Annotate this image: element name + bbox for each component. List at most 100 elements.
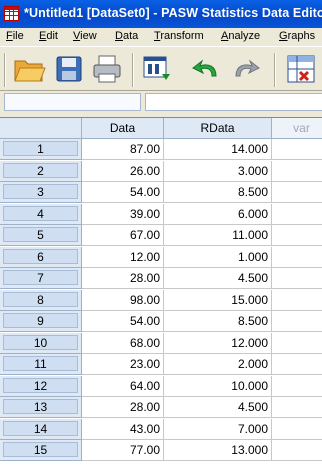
var-cell[interactable] (272, 311, 322, 332)
row-number-header[interactable]: 13 (0, 397, 82, 418)
data-cell[interactable]: 64.00 (82, 375, 164, 397)
var-cell[interactable] (272, 440, 322, 461)
rdata-cell[interactable]: 10.000 (164, 375, 272, 397)
row-number: 13 (3, 399, 78, 414)
cell-reference-field[interactable] (4, 93, 141, 111)
row-number-header[interactable]: 12 (0, 375, 82, 397)
row-number-header[interactable]: 6 (0, 246, 82, 268)
rdata-cell[interactable]: 7.000 (164, 418, 272, 440)
rdata-cell[interactable]: 2.000 (164, 354, 272, 375)
row-number-header[interactable]: 15 (0, 440, 82, 461)
data-cell[interactable]: 54.00 (82, 311, 164, 332)
var-cell[interactable] (272, 354, 322, 375)
table-row: 2 26.00 3.000 (0, 160, 322, 182)
recall-dialog-icon[interactable] (140, 52, 174, 86)
row-number-header[interactable]: 5 (0, 225, 82, 246)
spss-grid-icon[interactable] (4, 6, 19, 21)
table-row: 6 12.00 1.000 (0, 246, 322, 268)
data-cell[interactable]: 39.00 (82, 203, 164, 225)
row-number: 12 (3, 377, 78, 393)
row-number-header[interactable]: 14 (0, 418, 82, 440)
data-cell[interactable]: 12.00 (82, 246, 164, 268)
row-number-header[interactable]: 3 (0, 182, 82, 203)
data-cell[interactable]: 26.00 (82, 160, 164, 182)
row-number-header[interactable]: 8 (0, 289, 82, 311)
column-header-var[interactable]: var (272, 118, 322, 139)
menu-data[interactable]: Data (115, 30, 138, 42)
var-cell[interactable] (272, 268, 322, 289)
row-number-header[interactable]: 2 (0, 160, 82, 182)
menu-bar: File Edit View Data Transform Analyze Graphs (0, 28, 322, 46)
print-icon[interactable] (90, 52, 124, 86)
rdata-cell[interactable]: 1.000 (164, 246, 272, 268)
row-number-header[interactable]: 11 (0, 354, 82, 375)
save-disk-icon[interactable] (52, 52, 86, 86)
menu-file[interactable]: File (6, 30, 24, 42)
table-row: 4 39.00 6.000 (0, 203, 322, 225)
data-cell[interactable]: 54.00 (82, 182, 164, 203)
rdata-cell[interactable]: 3.000 (164, 160, 272, 182)
data-cell[interactable]: 28.00 (82, 397, 164, 418)
open-folder-icon[interactable] (12, 52, 46, 86)
menu-edit[interactable]: Edit (39, 30, 58, 42)
row-number-header[interactable]: 7 (0, 268, 82, 289)
data-cell[interactable]: 87.00 (82, 139, 164, 160)
var-cell[interactable] (272, 333, 322, 354)
var-cell[interactable] (272, 182, 322, 203)
rdata-cell[interactable]: 14.000 (164, 139, 272, 160)
var-cell[interactable] (272, 204, 322, 225)
var-cell[interactable] (272, 290, 322, 311)
row-number: 4 (3, 205, 78, 221)
column-header-data[interactable]: Data (82, 118, 164, 139)
rdata-cell[interactable]: 8.500 (164, 182, 272, 203)
rdata-cell[interactable]: 6.000 (164, 203, 272, 225)
table-row: 3 54.00 8.500 (0, 182, 322, 203)
title-bar[interactable]: *Untitled1 [DataSet0] - PASW Statistics … (0, 0, 322, 28)
menu-graphs[interactable]: Graphs (279, 30, 315, 42)
rdata-cell[interactable]: 4.500 (164, 397, 272, 418)
var-cell[interactable] (272, 139, 322, 160)
row-number: 8 (3, 291, 78, 307)
row-number: 1 (3, 141, 78, 156)
var-cell[interactable] (272, 376, 322, 397)
rdata-cell[interactable]: 4.500 (164, 268, 272, 289)
data-cell[interactable]: 67.00 (82, 225, 164, 246)
column-header-rdata[interactable]: RData (164, 118, 272, 139)
row-number-header[interactable]: 10 (0, 332, 82, 354)
row-number: 14 (3, 420, 78, 436)
data-cell[interactable]: 98.00 (82, 289, 164, 311)
row-number: 2 (3, 162, 78, 178)
rdata-cell[interactable]: 15.000 (164, 289, 272, 311)
var-cell[interactable] (272, 161, 322, 182)
rdata-cell[interactable]: 12.000 (164, 332, 272, 354)
toolbar (0, 46, 322, 91)
table-row: 9 54.00 8.500 (0, 311, 322, 332)
data-cell[interactable]: 28.00 (82, 268, 164, 289)
data-cell[interactable]: 23.00 (82, 354, 164, 375)
rdata-cell[interactable]: 13.000 (164, 440, 272, 461)
table-row: 8 98.00 15.000 (0, 289, 322, 311)
var-cell[interactable] (272, 225, 322, 246)
corner-cell[interactable] (0, 118, 82, 139)
var-cell[interactable] (272, 419, 322, 440)
rdata-cell[interactable]: 11.000 (164, 225, 272, 246)
table-row: 1 87.00 14.000 (0, 139, 322, 160)
menu-view[interactable]: View (73, 30, 97, 42)
row-number-header[interactable]: 1 (0, 139, 82, 160)
var-cell[interactable] (272, 397, 322, 418)
row-number-header[interactable]: 9 (0, 311, 82, 332)
data-cell[interactable]: 43.00 (82, 418, 164, 440)
menu-transform[interactable]: Transform (154, 30, 204, 42)
menu-analyze[interactable]: Analyze (221, 30, 260, 42)
row-number-header[interactable]: 4 (0, 203, 82, 225)
goto-case-icon[interactable] (284, 52, 318, 86)
cell-editor-bar (0, 91, 322, 115)
row-number: 6 (3, 248, 78, 264)
redo-icon[interactable] (228, 52, 262, 86)
undo-icon[interactable] (190, 52, 224, 86)
var-cell[interactable] (272, 247, 322, 268)
data-cell[interactable]: 68.00 (82, 332, 164, 354)
data-cell[interactable]: 77.00 (82, 440, 164, 461)
rdata-cell[interactable]: 8.500 (164, 311, 272, 332)
cell-value-field[interactable] (145, 93, 322, 111)
